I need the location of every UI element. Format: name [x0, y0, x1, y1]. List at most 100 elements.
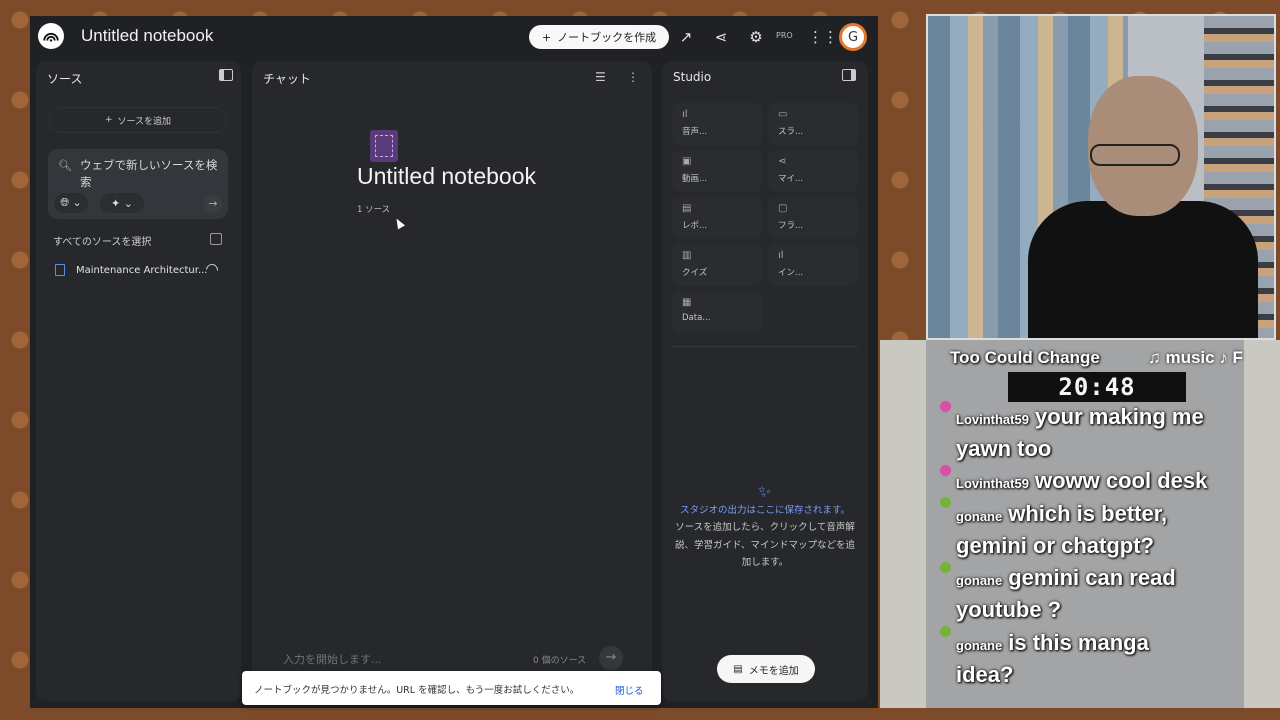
chat-text: gemini can read [1008, 565, 1176, 590]
share-icon[interactable]: ⋖ [711, 27, 731, 47]
music-ticker: ♫ music ♪ F [1148, 348, 1243, 367]
add-memo-button[interactable]: ▤ メモを追加 [717, 655, 815, 683]
bar-chart-icon: ıl [778, 250, 784, 261]
chat-text: is this manga [1008, 630, 1149, 655]
divider [672, 346, 858, 347]
studio-tile-report[interactable]: ▤ レポ... [672, 197, 762, 239]
create-notebook-label: ノートブックを作成 [557, 31, 657, 44]
plus-icon: + [104, 115, 113, 125]
magic-wand-icon: ✨︎ [758, 482, 772, 501]
chat-message-cont: yawn too [956, 436, 1052, 461]
chat-text: your making me [1034, 404, 1204, 429]
studio-tile-flashcards[interactable]: ▢ フラ... [768, 197, 858, 239]
account-avatar[interactable]: G [839, 23, 867, 51]
tile-label: フラ... [778, 221, 804, 231]
tile-label: クイズ [682, 268, 708, 278]
tile-label: スラ... [778, 127, 804, 137]
user-badge-icon [940, 562, 951, 573]
notebooklm-logo-icon[interactable] [38, 23, 64, 49]
chat-input-placeholder[interactable]: 入力を開始します... [283, 651, 382, 667]
chat-username: Lovinthat59 [956, 412, 1029, 427]
submit-arrow-icon[interactable]: → [204, 195, 222, 213]
tile-label: 動画... [682, 174, 708, 184]
studio-tile-quiz[interactable]: ▥ クイズ [672, 244, 762, 286]
toast-close-button[interactable]: 閉じる [615, 683, 644, 697]
error-toast: ノートブックが見つかりません。URL を確認し、もう一度お試しください。 閉じる [242, 671, 661, 705]
tune-settings-icon[interactable]: ☰ [595, 70, 606, 84]
chat-message: gonane which is better, [956, 501, 1167, 527]
notebook-title[interactable]: Untitled notebook [81, 26, 213, 46]
sources-panel: ソース + ソースを追加 🔍︎ ウェブで新しいソースを検索 🌐︎ ⌄ ✦ ⌄ →… [36, 61, 241, 701]
plus-icon: + [541, 30, 552, 44]
mouse-cursor-icon [393, 216, 405, 230]
add-source-button[interactable]: + ソースを追加 [48, 107, 228, 133]
note-icon: ▤ [733, 663, 743, 675]
streamer-body [1028, 201, 1258, 338]
search-placeholder[interactable]: ウェブで新しいソースを検索 [80, 157, 220, 191]
send-arrow-icon[interactable]: → [599, 646, 623, 670]
slides-icon: ▭ [778, 109, 788, 120]
user-badge-icon [940, 465, 951, 476]
select-all-label: すべてのソースを選択 [53, 237, 152, 248]
apps-grid-icon[interactable]: ⋮⋮⋮ [808, 27, 853, 47]
search-mode-dropdown[interactable]: ✦ ⌄ [100, 193, 144, 213]
source-item[interactable]: Maintenance Architectur... [55, 261, 225, 279]
input-source-count: 0 個のソース [533, 656, 587, 666]
chat-message: gonane is this manga [956, 630, 1149, 656]
user-badge-icon [940, 497, 951, 508]
audio-wave-icon: ıl [682, 109, 688, 120]
stream-clock: 20:48 [1008, 372, 1186, 402]
toast-message: ノートブックが見つかりません。URL を確認し、もう一度お試しください。 [254, 685, 580, 696]
quiz-icon: ▥ [682, 250, 692, 261]
flashcards-icon: ▢ [778, 203, 788, 214]
chat-text: woww cool desk [1034, 468, 1208, 493]
studio-description: ソースを追加したら、クリックして音声解説、学習ガイド、マインドマップなどを追加し… [674, 522, 856, 568]
chat-message: Lovinthat59 woww cool desk [956, 468, 1207, 494]
chat-username: Lovinthat59 [956, 476, 1029, 491]
chat-panel: チャット ☰ ⋮ Untitled notebook 1 ソース 入力を開始しま… [252, 61, 652, 701]
add-memo-label: メモを追加 [748, 665, 799, 677]
studio-tile-data-table[interactable]: ▦ Data... [672, 291, 762, 333]
sources-heading: ソース [47, 72, 83, 86]
tile-label: マイ... [778, 174, 804, 184]
studio-tile-audio[interactable]: ıl 音声... [672, 103, 762, 145]
chat-message: Lovinthat59 your making me [956, 404, 1204, 430]
notebook-heading: Untitled notebook [357, 163, 537, 189]
studio-tile-video[interactable]: ▣ 動画... [672, 150, 762, 192]
chat-message: gonane gemini can read [956, 565, 1176, 591]
more-vert-icon[interactable]: ⋮ [627, 70, 639, 84]
studio-tile-infographic[interactable]: ıl イン... [768, 244, 858, 286]
analytics-icon[interactable]: ↗ [676, 27, 696, 47]
table-icon: ▦ [682, 297, 692, 308]
select-all-checkbox[interactable] [210, 233, 222, 245]
studio-tile-slides[interactable]: ▭ スラ... [768, 103, 858, 145]
glasses [1090, 144, 1180, 166]
add-source-label: ソースを追加 [117, 116, 172, 127]
document-icon [55, 264, 65, 276]
web-globe-dropdown[interactable]: 🌐︎ ⌄ [54, 193, 88, 213]
tile-label: イン... [778, 268, 804, 278]
video-icon: ▣ [682, 156, 692, 167]
chat-message-cont: idea? [956, 662, 1014, 687]
tile-label: Data... [682, 313, 711, 323]
notebooklm-window: Untitled notebook + ノートブックを作成 ↗ ⋖ ⚙ PRO … [30, 16, 878, 708]
chat-username: gonane [956, 509, 1003, 524]
user-badge-icon [940, 401, 951, 412]
pro-badge: PRO [776, 31, 793, 40]
song-title: Too Could Change [950, 348, 1100, 367]
collapse-sources-icon[interactable] [219, 69, 233, 81]
collapse-studio-icon[interactable] [842, 69, 856, 81]
chat-input[interactable]: 入力を開始します... 0 個のソース → [270, 641, 638, 673]
chat-message-cont: gemini or chatgpt? [956, 533, 1154, 558]
web-source-search[interactable]: 🔍︎ ウェブで新しいソースを検索 🌐︎ ⌄ ✦ ⌄ → [48, 149, 228, 219]
source-count: 1 ソース [357, 205, 391, 215]
top-bar: Untitled notebook + ノートブックを作成 ↗ ⋖ ⚙ PRO … [30, 16, 878, 58]
studio-panel: Studio ıl 音声... ▭ スラ... ▣ 動画... ⋖ マイ... ▤ レポ.… [662, 61, 868, 701]
webcam-feed [926, 14, 1276, 340]
chat-username: gonane [956, 638, 1003, 653]
studio-tile-mindmap[interactable]: ⋖ マイ... [768, 150, 858, 192]
settings-gear-icon[interactable]: ⚙ [746, 27, 766, 47]
create-notebook-button[interactable]: + ノートブックを作成 [529, 25, 669, 49]
studio-highlight: スタジオの出力はここに保存されます。 [679, 505, 851, 516]
report-icon: ▤ [682, 203, 692, 214]
